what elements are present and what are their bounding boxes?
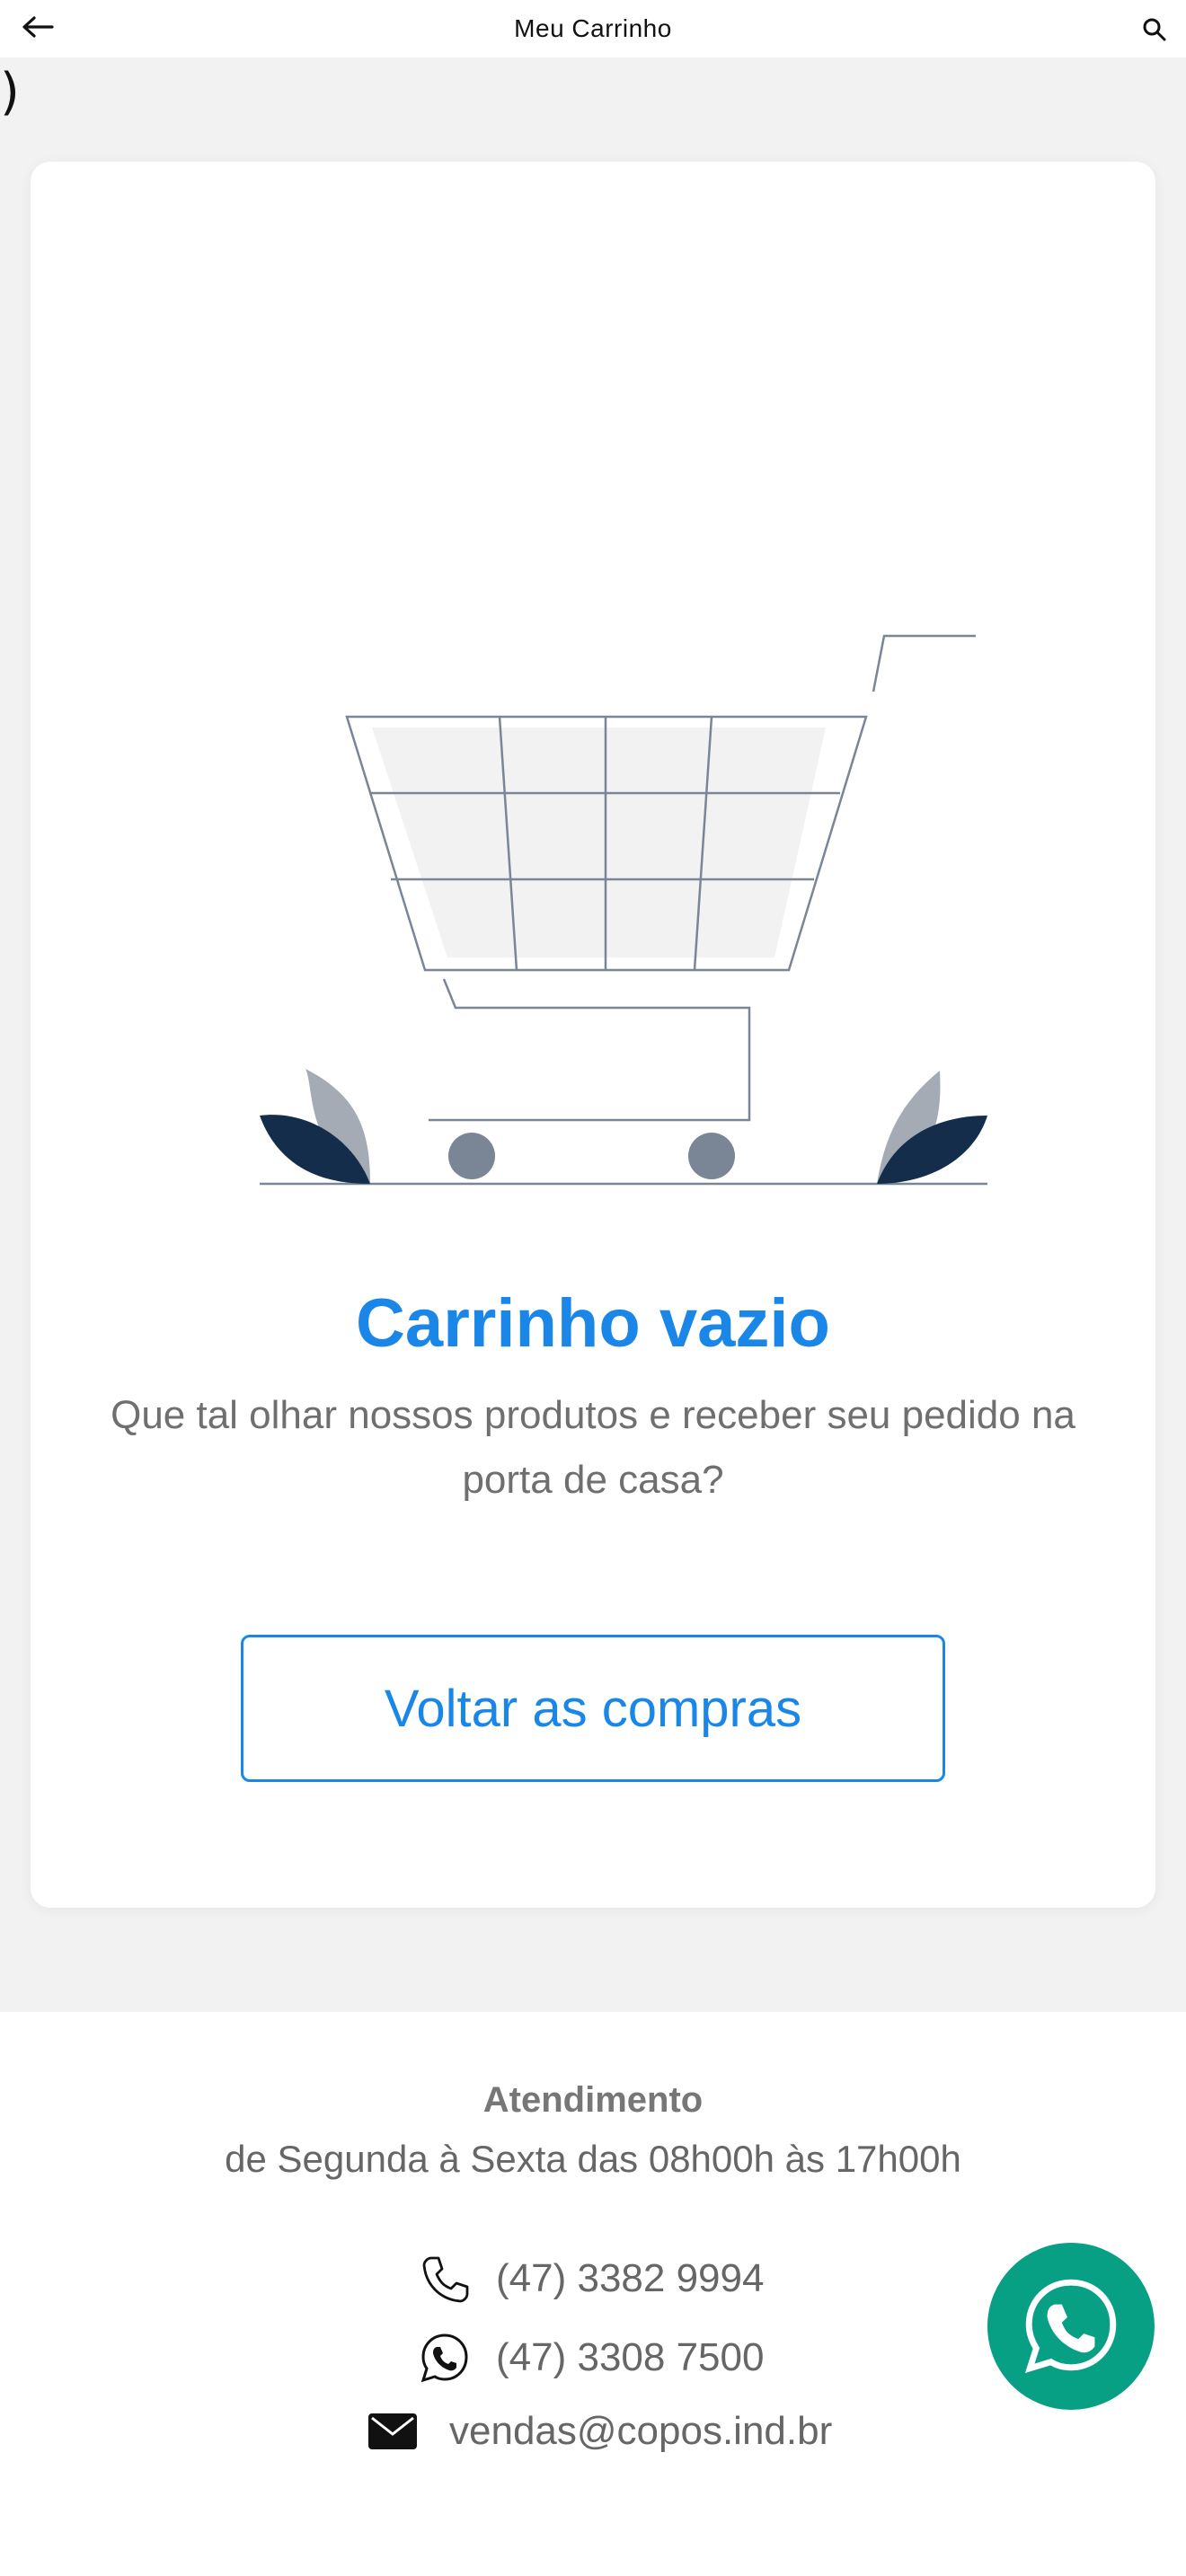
whatsapp-float-button[interactable] xyxy=(987,2243,1155,2410)
empty-cart-subtitle: Que tal olhar nossos produtos e receber … xyxy=(111,1393,1075,1502)
stray-text: ) xyxy=(0,63,20,121)
support-title: Atendimento xyxy=(482,2080,704,2120)
phone-icon xyxy=(422,2256,469,2303)
empty-cart-card: Carrinho vazio Que tal olhar nossos prod… xyxy=(31,162,1155,1908)
search-icon xyxy=(1143,18,1166,41)
empty-cart-title: Carrinho vazio xyxy=(356,1285,830,1362)
mail-icon xyxy=(368,2413,417,2449)
contact-phone-text: (47) 3382 9994 xyxy=(496,2256,765,2300)
top-app-bar: Meu Carrinho xyxy=(0,0,1186,57)
contact-email[interactable]: vendas@copos.ind.br xyxy=(367,2409,832,2454)
support-hours: de Segunda à Sexta das 08h00h às 17h00h xyxy=(225,2138,961,2180)
whatsapp-icon xyxy=(420,2333,468,2383)
contact-whatsapp-text: (47) 3308 7500 xyxy=(496,2335,765,2379)
contact-email-text: vendas@copos.ind.br xyxy=(449,2409,833,2453)
back-button[interactable] xyxy=(20,13,56,45)
contact-whatsapp[interactable]: (47) 3308 7500 xyxy=(419,2332,764,2384)
back-to-shopping-button[interactable]: Voltar as compras xyxy=(241,1635,945,1782)
page-title: Meu Carrinho xyxy=(514,14,672,42)
search-button[interactable] xyxy=(1141,16,1168,43)
arrow-left-icon xyxy=(22,16,54,38)
contact-phone[interactable]: (47) 3382 9994 xyxy=(419,2253,764,2305)
whatsapp-icon xyxy=(1024,2279,1117,2374)
shopping-cart-illustration xyxy=(260,634,987,1186)
